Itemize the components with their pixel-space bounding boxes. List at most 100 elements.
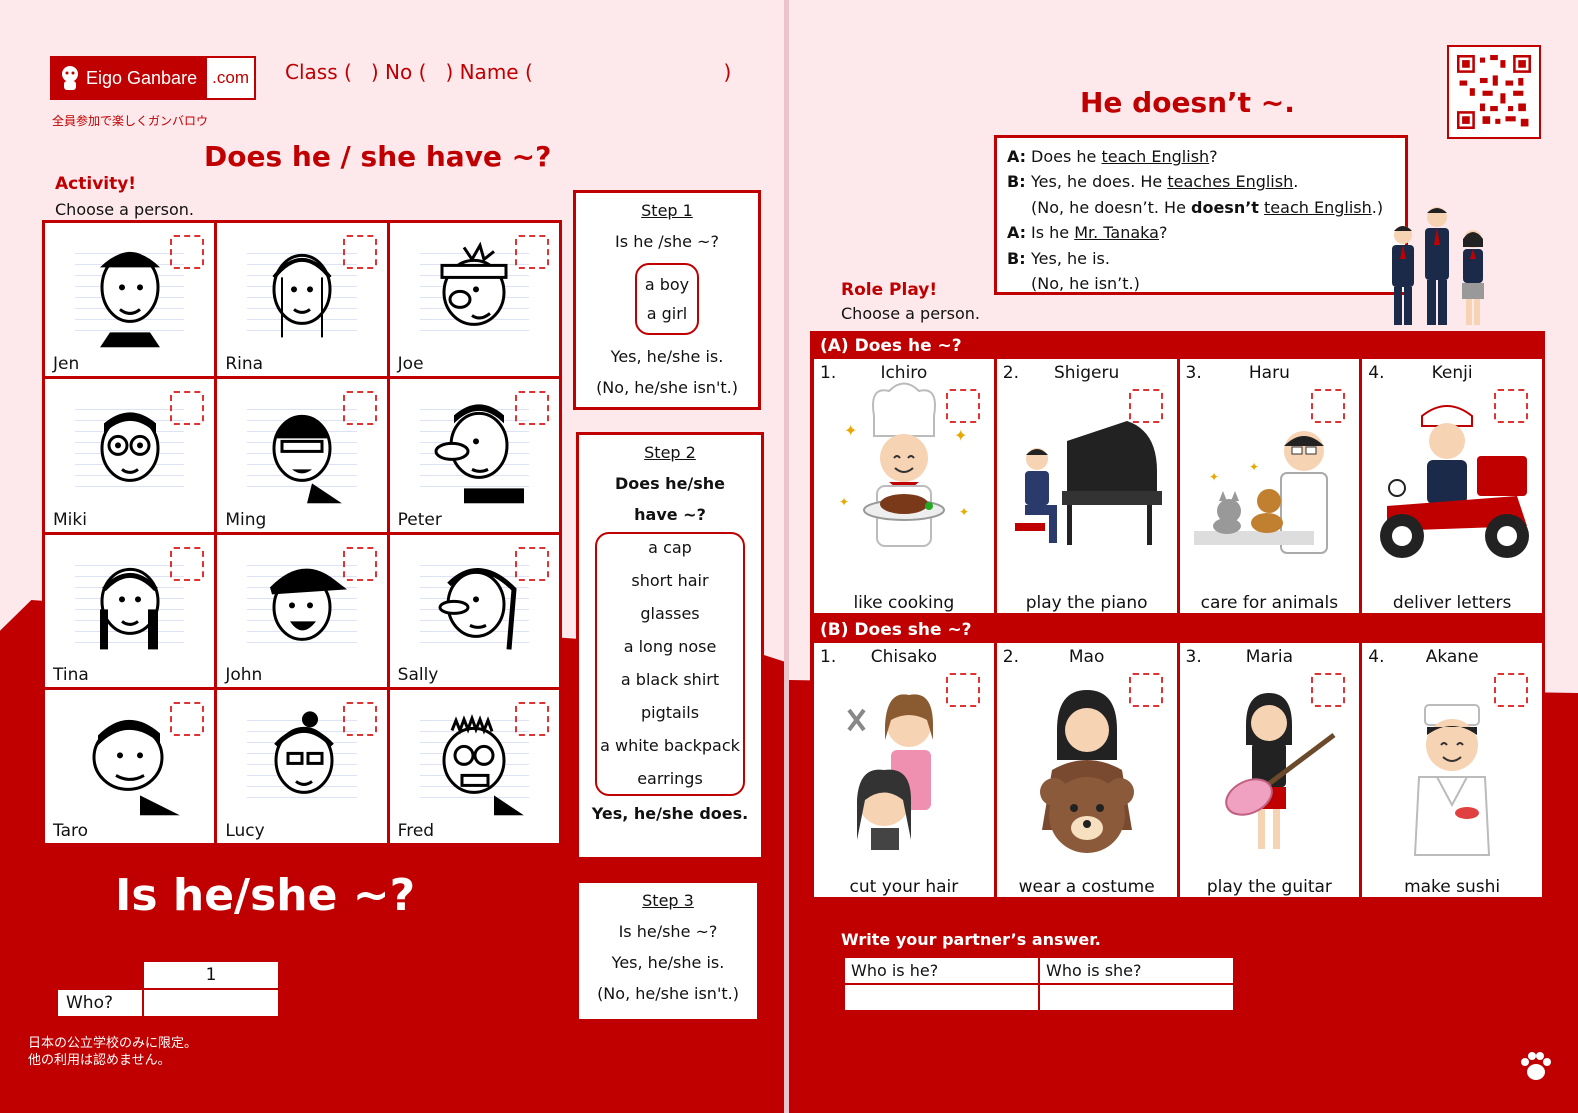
speaker-a: A: [1007,147,1027,166]
person-card[interactable]: Miki [45,378,215,532]
role-card[interactable]: 2. Mao wear a costume [996,643,1177,897]
dialog-underline: teaches English [1167,172,1294,192]
role-card[interactable]: 1. Chisako cut your hair [814,643,994,897]
step2-heading: Step 2 [644,443,696,462]
answer-cell[interactable] [142,988,280,1018]
dialog-text: .) [1371,197,1384,217]
cartoon-face-icon [440,241,508,327]
vet-icon: ✦✦ [1194,431,1329,555]
site-logo[interactable]: Eigo Ganbare .com [50,56,256,100]
option-item[interactable]: pigtails [597,703,743,722]
checkbox[interactable] [514,702,549,737]
option-item[interactable]: a cap [597,538,743,557]
person-card[interactable]: Fred [389,690,559,843]
checkbox[interactable] [170,702,205,737]
cartoon-face-icon [438,568,517,650]
role-card[interactable]: 2. Shigeru play the piano [996,359,1177,613]
person-name: Fred [397,821,435,841]
piano-icon [1014,420,1162,545]
svg-text:✦: ✦ [959,505,969,519]
checkbox[interactable] [514,390,549,425]
card-person-name: Haru [1248,363,1290,383]
big-question: Is he/she ~? [115,870,416,921]
chef-icon: ✦ ✦ ✦ ✦ [839,382,969,547]
person-card[interactable]: John [217,534,387,688]
cartoon-face-icon [272,254,332,338]
section-b-heading: (B) Does she ~? [820,620,972,640]
person-card[interactable]: Rina [217,223,387,376]
role-card[interactable]: 3. Haru ✦ ✦ care for animals [1179,359,1360,613]
person-card[interactable]: Peter [389,378,559,532]
person-card[interactable]: Lucy [217,690,387,843]
dialog-box: A: Does he teach English? B: Yes, he does.… [994,135,1408,295]
activity-label: Activity! [55,174,137,194]
speaker-a: A: [1007,223,1027,243]
person-card[interactable]: Jen [45,223,215,376]
step3-yes: Yes, he/she is. [611,953,725,972]
checkbox[interactable] [342,390,377,425]
person-card[interactable]: Tina [45,534,215,688]
paw-icon [1521,1052,1551,1080]
dialog-text: ? [1209,147,1218,166]
partner-answer-table: Who is he? Who is she? [843,956,1235,1012]
bear-costume-icon [1039,690,1134,853]
checkbox[interactable] [170,546,205,581]
card-action: like cooking [853,593,955,613]
postman-scooter-icon [1380,405,1530,558]
checkbox[interactable] [342,702,377,737]
svg-text:✦: ✦ [1249,460,1259,474]
cartoon-face-icon [272,415,342,504]
qr-code-icon[interactable] [1447,45,1541,139]
checkbox[interactable] [342,235,377,269]
person-name: Sally [397,665,439,686]
dialog-text: (No, he doesn’t. He [1031,197,1191,217]
person-grid: Jen Rina Joe Miki Ming Peter Tina John S… [42,220,562,846]
qr-pattern [1457,55,1531,129]
option-girl[interactable]: a girl [637,304,697,323]
option-item[interactable]: a black shirt [597,670,743,689]
step1-yes: Yes, he/she is. [610,347,724,366]
left-page: Eigo Ganbare .com Class ( ) No ( ) Name … [0,0,784,1113]
person-name: Taro [53,821,89,841]
dialog-text: Yes, he does. He [1031,172,1168,192]
person-card[interactable]: Ming [217,378,387,532]
option-item[interactable]: a white backpack [597,736,743,755]
dialog-line: B: Yes, he is. [1007,246,1395,271]
option-item[interactable]: a long nose [597,637,743,656]
cartoon-face-icon [99,567,160,650]
usage-line-1: 日本の公立学校のみに限定。 [28,1036,198,1051]
option-boy[interactable]: a boy [637,275,697,294]
answer-he-cell[interactable] [843,983,1040,1012]
option-item[interactable]: glasses [597,604,743,623]
checkbox[interactable] [170,235,205,269]
dialog-line: B: Yes, he does. He teaches English. [1007,169,1395,194]
person-card[interactable]: Taro [45,690,215,843]
option-item[interactable]: short hair [597,571,743,590]
role-card[interactable]: 1. Ichiro ✦ ✦ ✦ ✦ like cooking [814,359,994,613]
person-card[interactable]: Sally [389,534,559,688]
checkbox[interactable] [514,235,549,269]
dialog-bold: doesn’t [1191,197,1259,217]
right-title: He doesn’t ~. [1080,86,1295,119]
card-person-name: Akane [1425,647,1479,667]
step3-question: Is he/she ~? [618,922,718,941]
usage-line-2: 他の利用は認めません。 [28,1053,171,1068]
checkbox[interactable] [514,546,549,581]
cartoon-face-icon [269,568,347,641]
option-item[interactable]: earrings [597,769,743,788]
role-card[interactable]: 4. Akane make sushi [1362,643,1542,897]
person-card[interactable]: Joe [389,223,559,376]
role-card[interactable]: 3. Maria play the guitar [1179,643,1360,897]
checkbox[interactable] [342,546,377,581]
svg-text:✦: ✦ [839,495,849,509]
role-card[interactable]: 4. Kenji deliver letters [1362,359,1542,613]
checkbox[interactable] [170,390,205,425]
step1-question: Is he /she ~? [615,232,719,251]
card-action: wear a costume [1018,877,1155,897]
person-name: John [225,665,263,686]
sushi-chef-icon [1414,704,1491,857]
step3-box: Step 3 Is he/she ~? Yes, he/she is. (No,… [576,880,760,1022]
answer-she-cell[interactable] [1038,983,1235,1012]
role-play-instruction: Choose a person. [841,304,980,323]
card-action: play the guitar [1206,877,1332,897]
